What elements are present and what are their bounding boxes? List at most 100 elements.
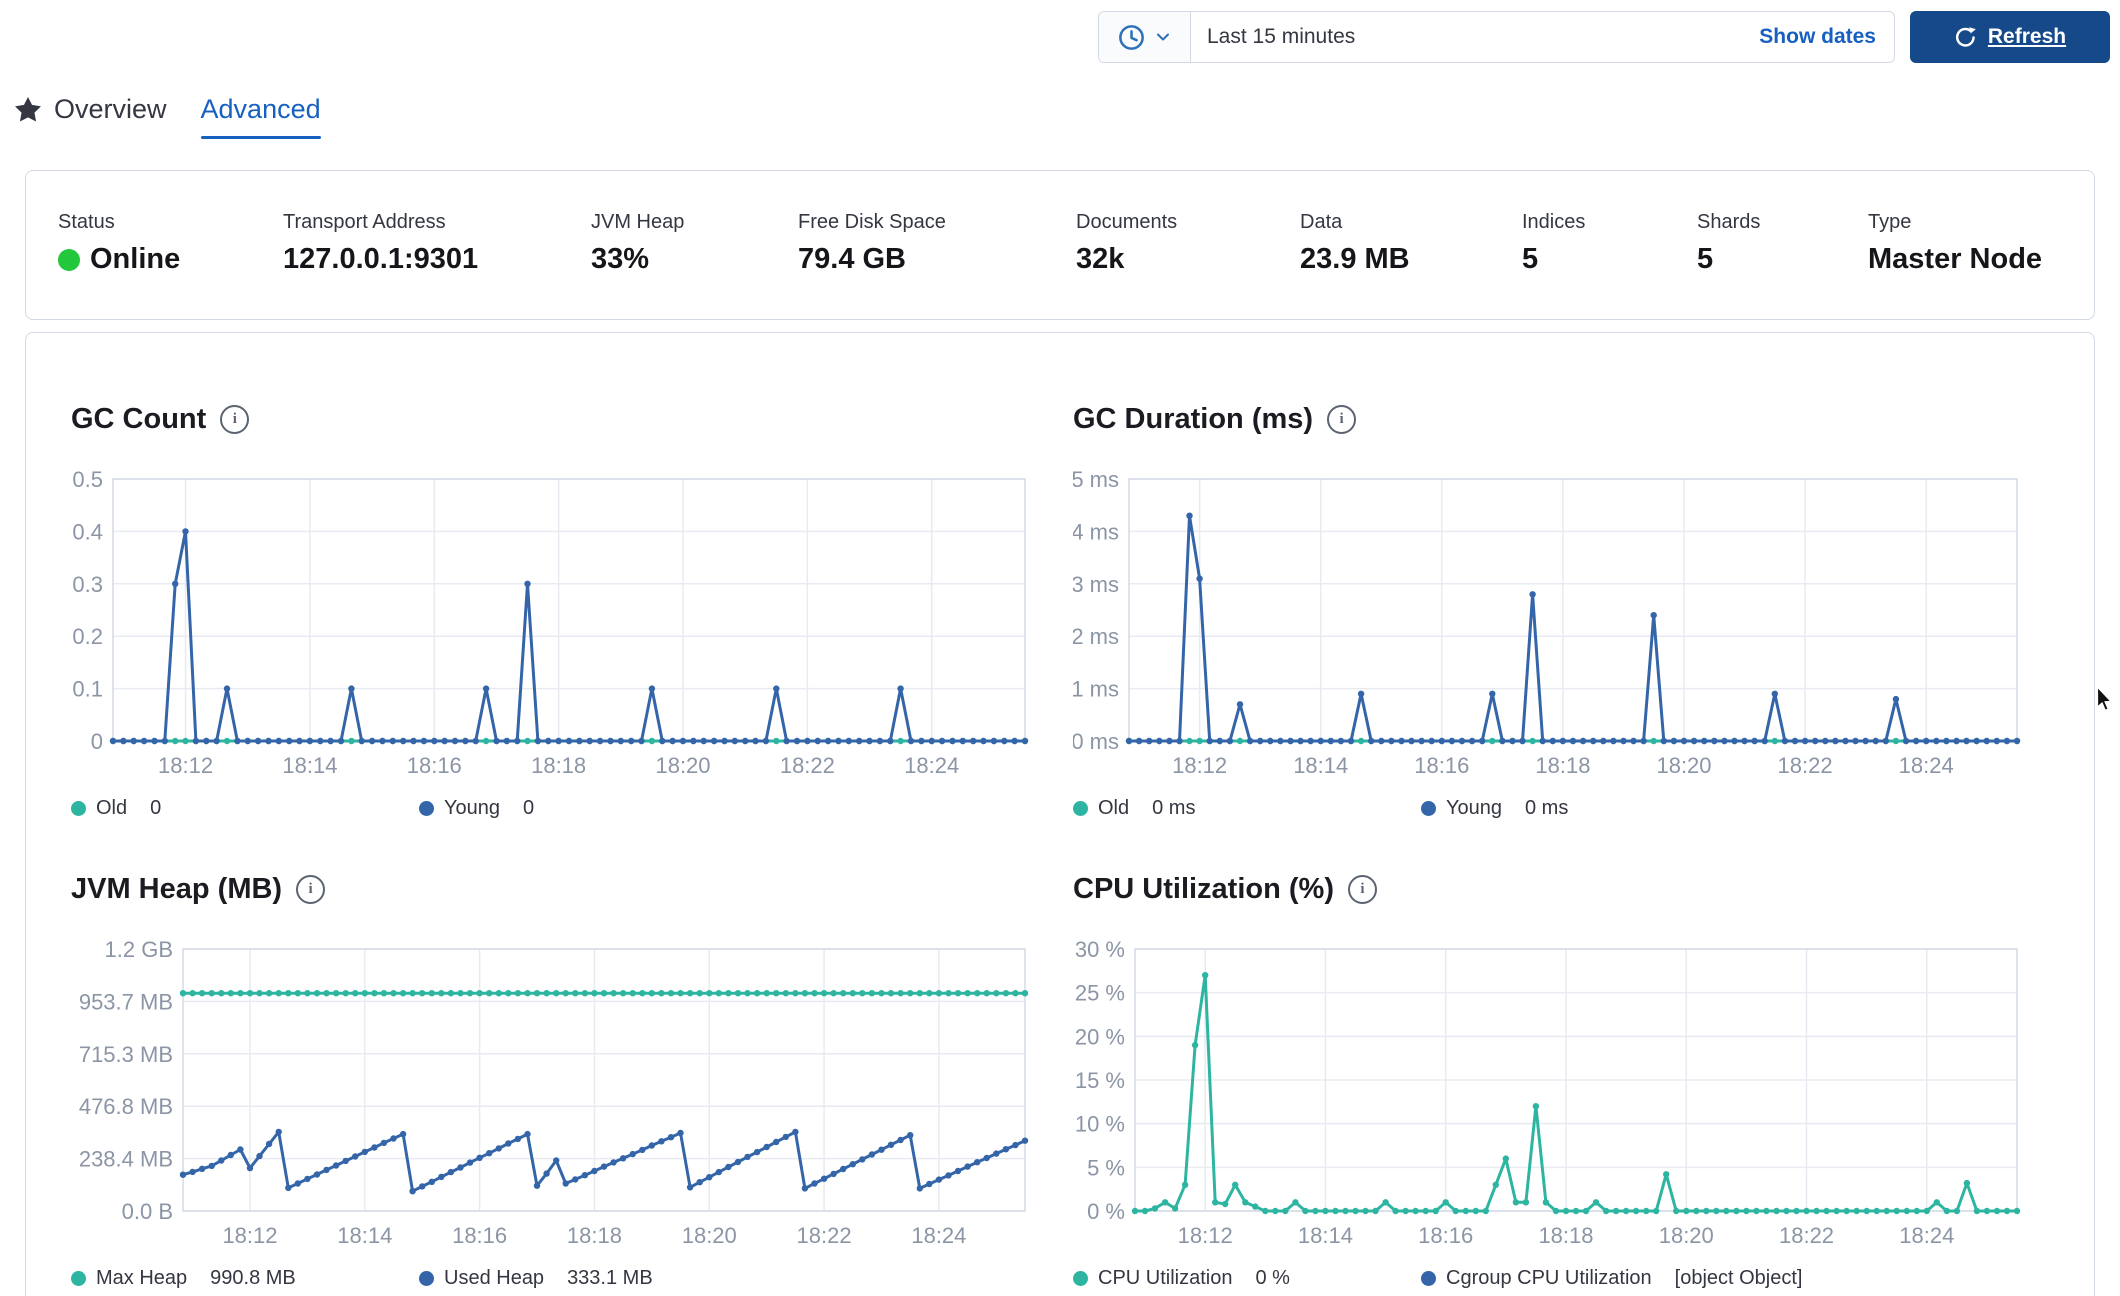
- svg-text:18:16: 18:16: [407, 753, 462, 778]
- summary-value: 33%: [591, 243, 684, 276]
- svg-text:715.3 MB: 715.3 MB: [79, 1042, 173, 1067]
- cpu-utilization-plot[interactable]: 0 %5 %10 %15 %20 %25 %30 %18:1218:1418:1…: [1073, 925, 2021, 1261]
- time-quick-select-button[interactable]: [1099, 12, 1191, 62]
- svg-text:1.2 GB: 1.2 GB: [105, 937, 173, 962]
- legend-dot: [1073, 801, 1088, 816]
- summary-item-indices: Indices 5: [1522, 211, 1585, 276]
- chart-jvm-heap: JVM Heap (MB)i0.0 B238.4 MB476.8 MB715.3…: [71, 867, 1029, 1290]
- chart-title: GC Duration (ms): [1073, 403, 1313, 436]
- svg-text:18:18: 18:18: [531, 753, 586, 778]
- tab-overview[interactable]: Overview: [14, 94, 167, 139]
- show-dates-button[interactable]: Show dates: [1753, 12, 1894, 62]
- chart-title: JVM Heap (MB): [71, 873, 282, 906]
- summary-label: Transport Address: [283, 211, 478, 234]
- svg-text:18:24: 18:24: [904, 753, 959, 778]
- gc-duration-plot[interactable]: 0 ms1 ms2 ms3 ms4 ms5 ms18:1218:1418:161…: [1073, 455, 2021, 791]
- jvm-heap-plot[interactable]: 0.0 B238.4 MB476.8 MB715.3 MB953.7 MB1.2…: [71, 925, 1029, 1261]
- chart-legend: Max Heap990.8 MBUsed Heap333.1 MB: [71, 1267, 1029, 1290]
- svg-text:18:16: 18:16: [1414, 753, 1469, 778]
- summary-item-documents: Documents32k: [1076, 211, 1177, 276]
- svg-text:18:14: 18:14: [1298, 1223, 1353, 1248]
- legend-dot: [419, 1271, 434, 1286]
- status-dot: [58, 249, 80, 271]
- info-icon[interactable]: i: [220, 405, 249, 434]
- summary-item-shards: Shards5: [1697, 211, 1760, 276]
- svg-text:476.8 MB: 476.8 MB: [79, 1094, 173, 1119]
- svg-text:0.3: 0.3: [72, 572, 103, 597]
- svg-text:18:12: 18:12: [222, 1223, 277, 1248]
- svg-text:18:24: 18:24: [1899, 1223, 1954, 1248]
- summary-value: 5: [1697, 243, 1760, 276]
- svg-text:0.1: 0.1: [72, 677, 103, 702]
- refresh-icon: [1954, 26, 1977, 49]
- tab-advanced[interactable]: Advanced: [201, 94, 321, 139]
- chart-cpu-utilization: CPU Utilization (%)i0 %5 %10 %15 %20 %25…: [1073, 867, 2021, 1290]
- legend-item-cgroup-cpu-utilization: Cgroup CPU Utilization[object Object]: [1421, 1267, 1802, 1290]
- svg-text:15 %: 15 %: [1075, 1068, 1125, 1093]
- tab-bar: Overview Advanced: [14, 94, 321, 139]
- info-icon[interactable]: i: [1327, 405, 1356, 434]
- summary-label: Indices: [1522, 211, 1585, 234]
- legend-item-cpu-utilization: CPU Utilization0 %: [1073, 1267, 1421, 1290]
- page: Last 15 minutes Show dates Refresh Overv…: [0, 0, 2120, 1296]
- summary-item-free-disk-space: Free Disk Space79.4 GB: [798, 211, 946, 276]
- charts-panel: GC Counti00.10.20.30.40.518:1218:1418:16…: [25, 332, 2095, 1296]
- refresh-button[interactable]: Refresh: [1910, 11, 2110, 63]
- svg-text:18:20: 18:20: [1659, 1223, 1714, 1248]
- svg-text:5 %: 5 %: [1087, 1155, 1125, 1180]
- legend-dot: [1421, 1271, 1436, 1286]
- svg-text:18:12: 18:12: [1178, 1223, 1233, 1248]
- star-icon: [14, 96, 42, 124]
- time-range-display[interactable]: Last 15 minutes: [1191, 12, 1753, 62]
- legend-dot: [71, 801, 86, 816]
- mouse-cursor: [2092, 686, 2118, 714]
- summary-value: Online: [58, 243, 180, 276]
- svg-text:4 ms: 4 ms: [1073, 519, 1119, 544]
- summary-label: JVM Heap: [591, 211, 684, 234]
- info-icon[interactable]: i: [1348, 875, 1377, 904]
- summary-value: 5: [1522, 243, 1585, 276]
- svg-text:0 ms: 0 ms: [1073, 729, 1119, 754]
- svg-text:18:14: 18:14: [282, 753, 337, 778]
- svg-text:18:20: 18:20: [682, 1223, 737, 1248]
- summary-value: 127.0.0.1:9301: [283, 243, 478, 276]
- svg-text:18:20: 18:20: [1656, 753, 1711, 778]
- summary-value: 32k: [1076, 243, 1177, 276]
- svg-text:18:22: 18:22: [780, 753, 835, 778]
- summary-item-status: StatusOnline: [58, 211, 180, 276]
- svg-text:10 %: 10 %: [1075, 1112, 1125, 1137]
- svg-text:0.4: 0.4: [72, 519, 103, 544]
- gc-count-plot[interactable]: 00.10.20.30.40.518:1218:1418:1618:1818:2…: [71, 455, 1029, 791]
- svg-text:18:16: 18:16: [452, 1223, 507, 1248]
- summary-label: Free Disk Space: [798, 211, 946, 234]
- svg-text:1 ms: 1 ms: [1073, 677, 1119, 702]
- svg-text:0.0 B: 0.0 B: [122, 1199, 173, 1224]
- legend-dot: [1421, 801, 1436, 816]
- svg-text:18:24: 18:24: [911, 1223, 966, 1248]
- chart-legend: CPU Utilization0 %Cgroup CPU Utilization…: [1073, 1267, 2021, 1290]
- svg-text:30 %: 30 %: [1075, 937, 1125, 962]
- svg-text:0.2: 0.2: [72, 624, 103, 649]
- series-young: [1129, 516, 2017, 741]
- legend-dot: [71, 1271, 86, 1286]
- info-icon[interactable]: i: [296, 875, 325, 904]
- tab-advanced-label: Advanced: [201, 94, 321, 125]
- legend-item-max-heap: Max Heap990.8 MB: [71, 1267, 419, 1290]
- summary-label: Data: [1300, 211, 1410, 234]
- summary-item-transport-address: Transport Address 127.0.0.1:9301: [283, 211, 478, 276]
- svg-text:18:12: 18:12: [158, 753, 213, 778]
- tab-overview-label: Overview: [54, 94, 167, 125]
- svg-text:18:18: 18:18: [567, 1223, 622, 1248]
- svg-text:18:12: 18:12: [1172, 753, 1227, 778]
- refresh-label: Refresh: [1988, 25, 2066, 49]
- svg-text:0 %: 0 %: [1087, 1199, 1125, 1224]
- chevron-down-icon: [1154, 28, 1172, 46]
- svg-text:18:22: 18:22: [1779, 1223, 1834, 1248]
- svg-text:18:20: 18:20: [655, 753, 710, 778]
- chart-title: CPU Utilization (%): [1073, 873, 1334, 906]
- time-picker: Last 15 minutes Show dates: [1098, 11, 1895, 63]
- chart-title: GC Count: [71, 403, 206, 436]
- svg-text:25 %: 25 %: [1075, 981, 1125, 1006]
- chart-legend: Old0Young0: [71, 797, 1029, 820]
- svg-text:18:14: 18:14: [1293, 753, 1348, 778]
